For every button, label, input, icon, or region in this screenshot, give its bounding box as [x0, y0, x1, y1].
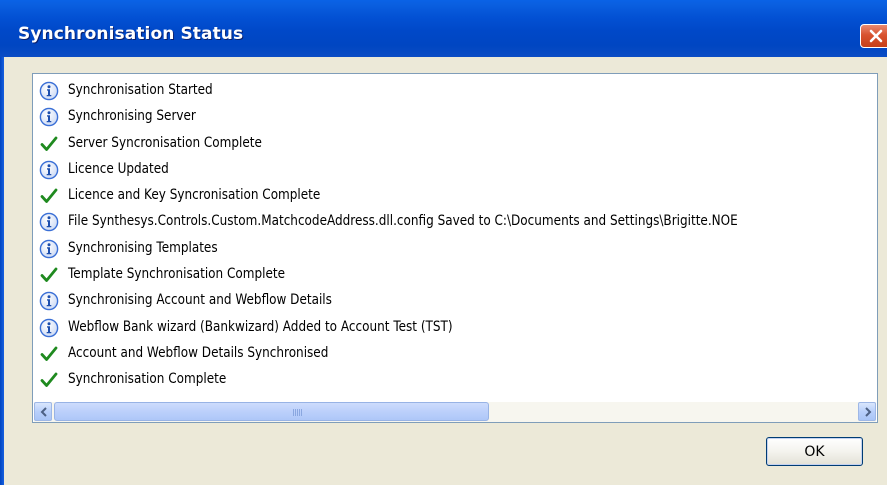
log-entry-text: Server Syncronisation Complete: [68, 134, 262, 151]
log-entry-text: Synchronisation Complete: [68, 371, 227, 388]
checkmark-icon: [39, 134, 59, 154]
status-log-list[interactable]: Synchronisation Started Synchronising Ser…: [32, 73, 878, 423]
scroll-right-button[interactable]: [858, 402, 876, 421]
log-entry-text: Template Synchronisation Complete: [68, 266, 286, 283]
ok-button[interactable]: OK: [766, 437, 863, 466]
log-entry-text: Licence and Key Syncronisation Complete: [68, 187, 321, 204]
log-entry-text: Account and Webflow Details Synchronised: [68, 344, 329, 361]
log-entry-text: Synchronising Templates: [68, 239, 218, 256]
info-icon: [39, 160, 59, 180]
window-border: [0, 57, 4, 485]
log-entry-text: Licence Updated: [68, 160, 169, 177]
info-icon: [39, 318, 59, 338]
horizontal-scrollbar[interactable]: [34, 401, 876, 422]
log-entry-text: Webflow Bank wizard (Bankwizard) Added t…: [68, 318, 453, 335]
scroll-grip: [293, 409, 302, 416]
info-icon: [39, 81, 59, 101]
close-icon: [869, 29, 883, 43]
checkmark-icon: [39, 186, 59, 206]
info-icon: [39, 212, 59, 232]
log-entry-text: Synchronisation Started: [68, 82, 213, 98]
window-title: Synchronisation Status: [18, 24, 244, 44]
checkmark-icon: [39, 265, 59, 285]
chevron-right-icon: [865, 407, 872, 417]
info-icon: [39, 239, 59, 259]
title-bar[interactable]: Synchronisation Status: [0, 0, 887, 57]
log-entry-text: File Synthesys.Controls.Custom.Matchcode…: [68, 213, 738, 230]
checkmark-icon: [39, 370, 59, 390]
info-icon: [39, 291, 59, 311]
close-button[interactable]: [860, 24, 887, 48]
info-icon: [39, 107, 59, 127]
dialog-window: Synchronisation Status Synchronisation S…: [0, 0, 887, 485]
checkmark-icon: [39, 344, 59, 364]
chevron-left-icon: [40, 407, 47, 417]
log-entry-text: Synchronising Account and Webflow Detail…: [68, 292, 332, 309]
scroll-thumb[interactable]: [54, 402, 489, 421]
scroll-left-button[interactable]: [34, 402, 52, 421]
log-entry-text: Synchronising Server: [68, 108, 196, 125]
